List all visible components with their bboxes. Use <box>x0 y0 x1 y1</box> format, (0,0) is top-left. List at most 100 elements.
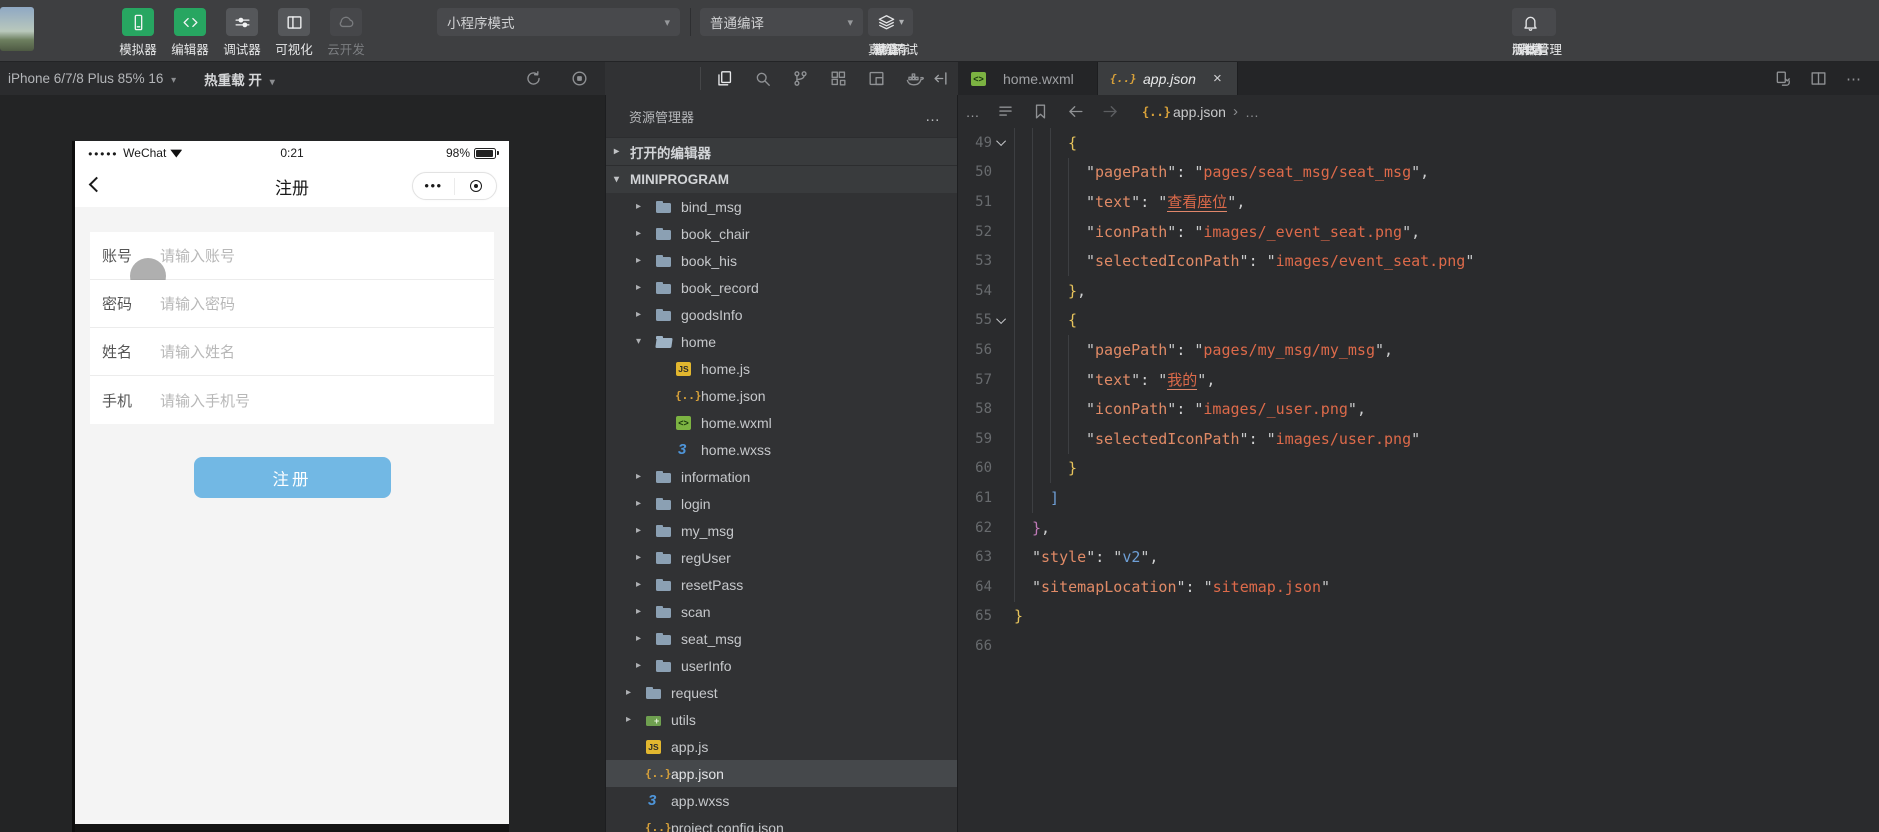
tree-item-app.js[interactable]: app.js <box>606 733 957 760</box>
explorer-section-open-editors[interactable]: ▸ 打开的编辑器 <box>606 137 957 165</box>
code-line-52[interactable]: 52 "iconPath": "images/_event_seat.png", <box>958 216 1879 247</box>
activity-search-button[interactable] <box>743 62 781 95</box>
tree-item-request[interactable]: ▸ request <box>606 679 957 706</box>
code-line-62[interactable]: 62 }, <box>958 512 1879 543</box>
code-area[interactable]: 49 { 50 "pagePath": "pages/seat_msg/seat… <box>958 128 1879 661</box>
field-input[interactable]: 请输入账号 <box>160 245 235 266</box>
tab-home.wxml[interactable]: home.wxml <box>958 62 1098 95</box>
open-changed-file-icon[interactable] <box>1771 62 1793 95</box>
activity-source-control-button[interactable] <box>781 62 819 95</box>
tree-item-bind_msg[interactable]: ▸ bind_msg <box>606 193 957 220</box>
breadcrumb[interactable]: app.json › … <box>1142 103 1259 120</box>
fold-icon[interactable] <box>992 313 1012 324</box>
editor-button[interactable]: 编辑器 <box>164 0 216 58</box>
tree-item-app.wxss[interactable]: app.wxss <box>606 787 957 814</box>
line-number: 56 <box>975 341 992 358</box>
mode-dropdown[interactable]: 小程序模式 ▾ <box>437 8 680 36</box>
editor-actions-more-icon[interactable]: ⋯ <box>1843 62 1865 95</box>
code-line-66[interactable]: 66 <box>958 631 1879 661</box>
code-line-54[interactable]: 54 }, <box>958 275 1879 306</box>
split-editor-icon[interactable] <box>1807 62 1829 95</box>
tree-item-home.wxss[interactable]: home.wxss <box>606 436 957 463</box>
code-line-51[interactable]: 51 "text": "查看座位", <box>958 187 1879 217</box>
code-line-55[interactable]: 55 { <box>958 305 1879 336</box>
tree-item-information[interactable]: ▸ information <box>606 463 957 490</box>
tree-item-book_his[interactable]: ▸ book_his <box>606 247 957 274</box>
hot-reload-toggle[interactable]: 热重载 开 ▾ <box>204 69 275 89</box>
tree-item-home.wxml[interactable]: home.wxml <box>606 409 957 436</box>
code-line-59[interactable]: 59 "selectedIconPath": "images/user.png" <box>958 423 1879 454</box>
code-line-53[interactable]: 53 "selectedIconPath": "images/event_sea… <box>958 246 1879 276</box>
field-label: 手机 <box>102 392 133 410</box>
tree-item-my_msg[interactable]: ▸ my_msg <box>606 517 957 544</box>
register-button[interactable]: 注册 <box>193 457 391 498</box>
messages-button[interactable]: 消息 <box>1512 0 1549 58</box>
compile-mode-dropdown[interactable]: 普通编译 ▾ <box>700 8 863 36</box>
screenshot-record-button[interactable] <box>556 62 602 95</box>
visualizer-button[interactable]: 可视化 <box>268 0 320 58</box>
tree-item-home.json[interactable]: home.json <box>606 382 957 409</box>
activity-preview-window-button[interactable] <box>857 62 895 95</box>
code-line-63[interactable]: 63 "style": "v2", <box>958 542 1879 572</box>
tree-item-resetPass[interactable]: ▸ resetPass <box>606 571 957 598</box>
restart-button[interactable] <box>510 62 556 95</box>
source-control-icon <box>791 69 810 88</box>
tree-item-home.js[interactable]: home.js <box>606 355 957 382</box>
tree-item-utils[interactable]: ▸ utils <box>606 706 957 733</box>
gutter: 51 <box>958 187 1014 217</box>
tree-item-goodsInfo[interactable]: ▸ goodsInfo <box>606 301 957 328</box>
code-line-50[interactable]: 50 "pagePath": "pages/seat_msg/seat_msg"… <box>958 157 1879 188</box>
tree-item-regUser[interactable]: ▸ regUser <box>606 544 957 571</box>
simulator-button[interactable]: 模拟器 <box>112 0 164 58</box>
field-input[interactable]: 请输入密码 <box>160 293 235 314</box>
line-number: 64 <box>975 578 992 595</box>
tree-item-app.json[interactable]: app.json <box>606 760 957 787</box>
field-input[interactable]: 请输入手机号 <box>160 390 250 411</box>
editor-more-icon[interactable]: … <box>958 104 988 120</box>
code-line-65[interactable]: 65 } <box>958 602 1879 632</box>
navigate-back-icon[interactable] <box>1058 95 1093 128</box>
navigate-forward-icon[interactable] <box>1093 95 1128 128</box>
code-line-57[interactable]: 57 "text": "我的", <box>958 364 1879 395</box>
capsule-close-icon[interactable] <box>455 180 496 192</box>
field-input[interactable]: 请输入姓名 <box>160 341 235 362</box>
gutter: 58 <box>958 394 1014 424</box>
tab-app.json[interactable]: app.json × <box>1098 62 1238 95</box>
code-line-56[interactable]: 56 "pagePath": "pages/my_msg/my_msg", <box>958 335 1879 365</box>
activity-files-button[interactable] <box>705 62 743 95</box>
tree-item-seat_msg[interactable]: ▸ seat_msg <box>606 625 957 652</box>
tree-item-book_chair[interactable]: ▸ book_chair <box>606 220 957 247</box>
gutter: 63 <box>958 542 1014 572</box>
tree-item-project.config.json[interactable]: project.config.json <box>606 814 957 832</box>
outline-icon[interactable] <box>988 95 1023 128</box>
code-line-61[interactable]: 61 ] <box>958 483 1879 513</box>
device-selector[interactable]: iPhone 6/7/8 Plus 85% 16 ▾ <box>8 71 176 86</box>
code-line-64[interactable]: 64 "sitemapLocation": "sitemap.json" <box>958 571 1879 602</box>
tree-item-book_record[interactable]: ▸ book_record <box>606 274 957 301</box>
bookmark-icon[interactable] <box>1023 95 1058 128</box>
activity-extensions-button[interactable] <box>819 62 857 95</box>
file-explorer-panel: 资源管理器 … ▸ 打开的编辑器 ▾ MINIPROGRAM ▸ bind_ms… <box>605 95 958 832</box>
cloud-dev-button[interactable]: 云开发 <box>320 0 372 58</box>
explorer-section-project[interactable]: ▾ MINIPROGRAM <box>606 165 957 193</box>
section-label: MINIPROGRAM <box>630 172 729 187</box>
fold-icon[interactable] <box>992 136 1012 147</box>
debugger-button[interactable]: 调试器 <box>216 0 268 58</box>
code-line-60[interactable]: 60 } <box>958 453 1879 484</box>
close-icon[interactable]: × <box>1213 70 1222 87</box>
gutter: 61 <box>958 483 1014 513</box>
explorer-more-icon[interactable]: … <box>925 108 941 125</box>
clear-cache-button[interactable]: ▾ 清缓存 <box>868 0 914 58</box>
collapse-sidebar-icon[interactable] <box>925 62 958 95</box>
capsule-more-icon[interactable]: ••• <box>413 179 454 192</box>
line-number: 53 <box>975 253 992 270</box>
code-line-58[interactable]: 58 "iconPath": "images/_user.png", <box>958 394 1879 424</box>
tree-item-scan[interactable]: ▸ scan <box>606 598 957 625</box>
tree-item-label: login <box>681 495 711 512</box>
tree-item-login[interactable]: ▸ login <box>606 490 957 517</box>
breadcrumb-more: … <box>1244 103 1259 120</box>
code-line-49[interactable]: 49 { <box>958 128 1879 158</box>
user-avatar[interactable] <box>0 7 34 51</box>
tree-item-home[interactable]: ▾ home <box>606 328 957 355</box>
tree-item-userInfo[interactable]: ▸ userInfo <box>606 652 957 679</box>
